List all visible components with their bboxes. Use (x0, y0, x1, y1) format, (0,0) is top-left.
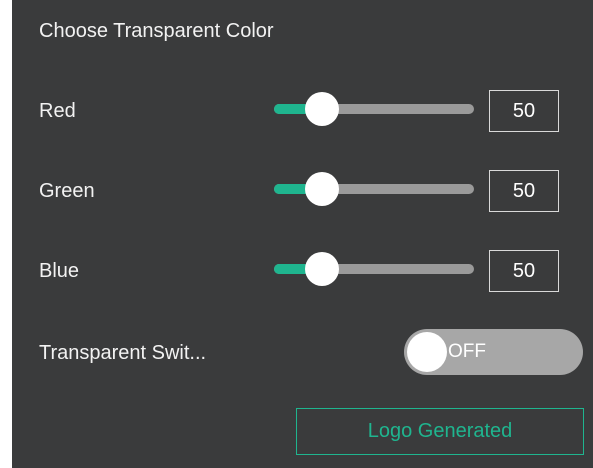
blue-slider-thumb[interactable] (305, 252, 339, 286)
red-slider-thumb[interactable] (305, 92, 339, 126)
blue-label: Blue (39, 260, 80, 282)
green-label: Green (39, 180, 95, 202)
transparent-color-panel: Choose Transparent Color Red Green Blue … (12, 0, 593, 468)
toggle-knob[interactable] (407, 332, 447, 372)
transparent-toggle[interactable]: OFF (404, 329, 583, 375)
panel-title: Choose Transparent Color (39, 20, 274, 42)
logo-generated-button[interactable]: Logo Generated (296, 408, 584, 455)
green-value-input[interactable] (489, 170, 559, 212)
red-slider[interactable] (274, 92, 474, 126)
green-slider-thumb[interactable] (305, 172, 339, 206)
blue-value-input[interactable] (489, 250, 559, 292)
red-label: Red (39, 100, 76, 122)
red-value-input[interactable] (489, 90, 559, 132)
toggle-state-text: OFF (448, 341, 486, 362)
blue-slider[interactable] (274, 252, 474, 286)
green-slider[interactable] (274, 172, 474, 206)
transparent-switch-label: Transparent Swit... (39, 342, 207, 364)
